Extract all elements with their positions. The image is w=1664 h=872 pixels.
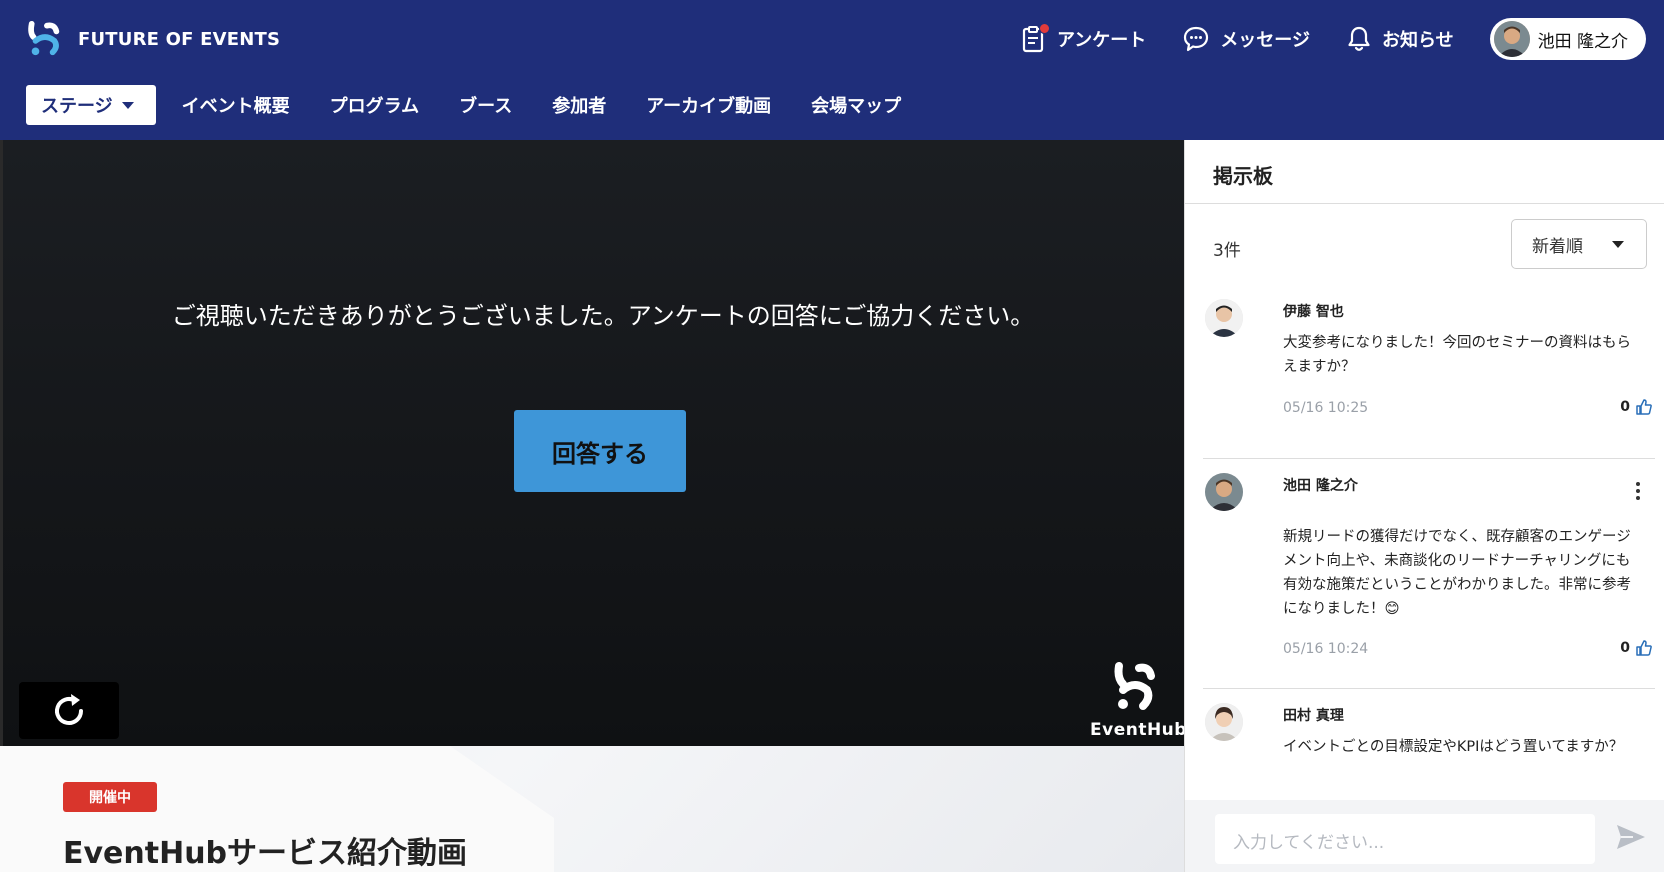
thumbs-up-icon: [1636, 399, 1652, 415]
list-item: 田村 真理 イベントごとの目標設定やKPIはどう置いてますか？: [1203, 689, 1655, 800]
top-bar: FUTURE OF EVENTS アンケート メッセージ お知らせ 池田 隆之介…: [0, 0, 1664, 140]
nav-item-participants[interactable]: 参加者: [552, 92, 606, 118]
video-player[interactable]: ご視聴いただきありがとうございました。アンケートの回答にご協力ください。 回答す…: [0, 140, 1187, 746]
more-vertical-icon[interactable]: [1635, 481, 1641, 501]
post-body: 新規リードの獲得だけでなく、既存顧客のエンゲージメント向上や、未商談化のリードナ…: [1283, 529, 1631, 617]
messages-button[interactable]: メッセージ: [1182, 25, 1310, 53]
avatar: [1205, 473, 1243, 511]
person-avatar-icon: [1205, 703, 1243, 741]
nav-item-booth[interactable]: ブース: [459, 92, 512, 118]
notifications-label: お知らせ: [1381, 30, 1454, 51]
nav-item-venue-map[interactable]: 会場マップ: [811, 92, 901, 118]
like-button[interactable]: 0: [1620, 639, 1653, 657]
message-input[interactable]: [1215, 814, 1595, 864]
user-menu[interactable]: 池田 隆之介: [1489, 18, 1646, 60]
post-body: 大変参考になりました！今回のセミナーの資料はもらえますか？: [1283, 335, 1631, 375]
like-count: 0: [1620, 399, 1630, 415]
sort-select-value: 新着順: [1532, 236, 1583, 257]
brand-logo-icon: [28, 20, 60, 56]
eventhub-watermark-text: EventHub: [1090, 720, 1187, 740]
eventhub-watermark: EventHub: [1090, 662, 1187, 740]
board-title: 掲示板: [1213, 164, 1273, 188]
chat-bubble-icon: [1184, 26, 1209, 52]
notifications-button[interactable]: お知らせ: [1346, 25, 1454, 53]
nav-item-overview[interactable]: イベント概要: [182, 92, 290, 118]
survey-button[interactable]: アンケート: [1021, 23, 1147, 53]
user-avatar: [1493, 21, 1530, 57]
person-avatar-icon: [1205, 473, 1243, 511]
post-timestamp: 05/16 10:24: [1283, 641, 1369, 657]
post-timestamp: 05/16 10:25: [1283, 400, 1369, 416]
post-list[interactable]: 伊藤 智也 大変参考になりました！今回のセミナーの資料はもらえますか？ 05/1…: [1185, 285, 1664, 800]
brand-name: FUTURE OF EVENTS: [78, 28, 281, 50]
post-author: 田村 真理: [1283, 708, 1344, 724]
user-name: 池田 隆之介: [1537, 31, 1628, 52]
brand[interactable]: FUTURE OF EVENTS: [26, 20, 280, 58]
replay-icon: [55, 693, 83, 725]
avatar: [1205, 703, 1243, 741]
top-actions: アンケート メッセージ お知らせ 池田 隆之介: [1021, 18, 1646, 60]
bell-icon: [1348, 26, 1370, 51]
sort-select[interactable]: 新着順: [1511, 219, 1647, 269]
nav-item-archive[interactable]: アーカイブ動画: [646, 92, 771, 118]
messages-label: メッセージ: [1220, 30, 1310, 51]
nav-stage-label: ステージ: [41, 96, 113, 117]
notification-dot: [1039, 23, 1051, 34]
eventhub-logo-icon: [1114, 662, 1155, 710]
post-author: 伊藤 智也: [1283, 304, 1344, 320]
nav-stage-dropdown[interactable]: ステージ: [26, 85, 156, 125]
divider: [1185, 203, 1664, 204]
message-board: 掲示板 3件 新着順 伊藤 智也 大変参考になりました！今回のセミナーの資料はも…: [1184, 140, 1664, 872]
nav-item-program[interactable]: プログラム: [330, 92, 419, 118]
thumbs-up-icon: [1636, 640, 1652, 656]
like-button[interactable]: 0: [1620, 398, 1653, 416]
caret-down-icon: [121, 101, 134, 109]
survey-label: アンケート: [1057, 30, 1147, 51]
session-info: 開催中 EventHubサービス紹介動画: [0, 746, 1184, 872]
post-author: 池田 隆之介: [1283, 478, 1358, 494]
replay-button[interactable]: [19, 682, 119, 739]
main-nav: ステージ イベント概要 プログラム ブース 参加者 アーカイブ動画 会場マップ: [26, 85, 941, 125]
user-avatar-icon: [1493, 21, 1530, 57]
like-count: 0: [1620, 640, 1630, 656]
list-item: 池田 隆之介 新規リードの獲得だけでなく、既存顧客のエンゲージメント向上や、未商…: [1203, 459, 1655, 689]
avatar: [1205, 299, 1243, 337]
post-count: 3件: [1213, 241, 1241, 261]
live-status-badge: 開催中: [63, 782, 157, 812]
post-body: イベントごとの目標設定やKPIはどう置いてますか？: [1283, 739, 1624, 755]
caret-down-icon: [1612, 241, 1624, 248]
session-title: EventHubサービス紹介動画: [63, 836, 468, 871]
send-icon[interactable]: [1615, 822, 1647, 852]
person-avatar-icon: [1205, 299, 1243, 337]
video-message: ご視聴いただきありがとうございました。アンケートの回答にご協力ください。: [171, 302, 1035, 330]
list-item: 伊藤 智也 大変参考になりました！今回のセミナーの資料はもらえますか？ 05/1…: [1203, 285, 1655, 459]
composer: [1185, 800, 1664, 872]
answer-survey-button[interactable]: 回答する: [514, 410, 686, 492]
